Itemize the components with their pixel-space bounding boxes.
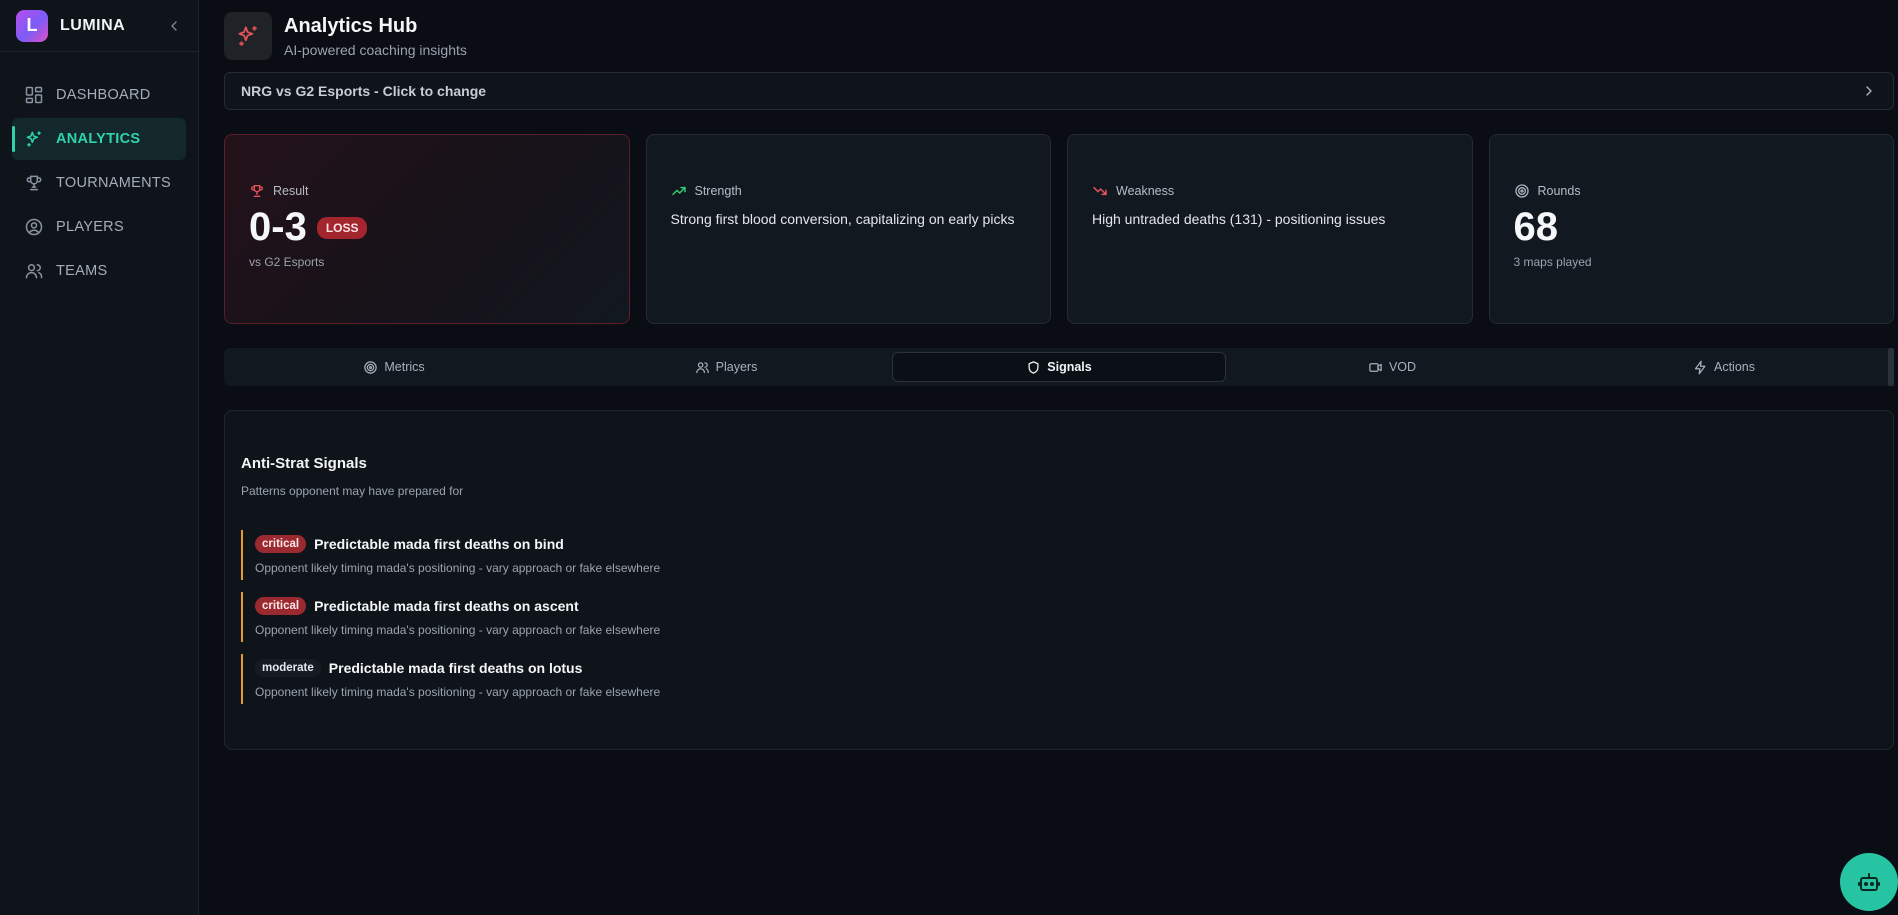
rounds-value: 68 bbox=[1513, 205, 1559, 249]
severity-badge: critical bbox=[255, 597, 307, 615]
tab-label: Signals bbox=[1047, 360, 1092, 374]
sidebar-item-teams[interactable]: TEAMS bbox=[12, 250, 186, 292]
tab-label: Players bbox=[715, 360, 758, 374]
brand: L LUMINA bbox=[0, 0, 198, 52]
list-item: moderate Predictable mada first deaths o… bbox=[241, 654, 1877, 704]
trophy-icon bbox=[24, 173, 44, 193]
summary-cards: Result 0-3 LOSS vs G2 Esports Strength S… bbox=[224, 134, 1894, 324]
result-card: Result 0-3 LOSS vs G2 Esports bbox=[224, 134, 630, 324]
signal-description: Opponent likely timing mada's positionin… bbox=[255, 685, 661, 699]
sidebar-item-label: TEAMS bbox=[56, 263, 108, 279]
analytics-tabs: Metrics Players Signals VOD Actions bbox=[224, 348, 1894, 386]
brand-logo[interactable]: L bbox=[16, 9, 48, 42]
user-circle-icon bbox=[24, 217, 44, 237]
sidebar-item-label: DASHBOARD bbox=[56, 87, 151, 103]
sidebar-nav: DASHBOARD ANALYTICS TOURNAMENTS PLAYERS … bbox=[0, 52, 198, 292]
tab-metrics[interactable]: Metrics bbox=[228, 352, 560, 382]
sidebar-item-label: PLAYERS bbox=[56, 219, 124, 235]
zap-icon bbox=[1693, 360, 1708, 375]
rounds-sub: 3 maps played bbox=[1513, 255, 1592, 269]
sidebar: L LUMINA DASHBOARD ANALYTICS TOURNAMENTS bbox=[0, 0, 199, 915]
severity-badge: critical bbox=[255, 535, 307, 553]
result-opponent: vs G2 Esports bbox=[249, 255, 325, 269]
users-icon bbox=[695, 360, 710, 375]
users-icon bbox=[24, 261, 44, 281]
card-label: Weakness bbox=[1092, 183, 1448, 199]
sidebar-item-label: ANALYTICS bbox=[56, 131, 141, 147]
signal-description: Opponent likely timing mada's positionin… bbox=[255, 561, 661, 575]
strength-card: Strength Strong first blood conversion, … bbox=[645, 134, 1051, 324]
result-label: Result bbox=[273, 184, 309, 198]
page-header: Analytics Hub AI-powered coaching insigh… bbox=[224, 0, 1894, 72]
weakness-text: High untraded deaths (131) - positioning… bbox=[1092, 211, 1386, 227]
severity-badge: moderate bbox=[255, 659, 321, 677]
sidebar-item-label: TOURNAMENTS bbox=[56, 175, 172, 191]
sidebar-item-dashboard[interactable]: DASHBOARD bbox=[12, 74, 186, 116]
signals-list: critical Predictable mada first deaths o… bbox=[241, 530, 1877, 704]
rounds-card: Rounds 68 3 maps played bbox=[1488, 134, 1894, 324]
tab-actions[interactable]: Actions bbox=[1558, 352, 1890, 382]
target-icon bbox=[1514, 183, 1530, 199]
chevron-left-icon bbox=[171, 20, 177, 31]
bot-icon bbox=[1857, 870, 1881, 894]
trending-up-icon bbox=[671, 183, 687, 199]
signal-description: Opponent likely timing mada's positionin… bbox=[255, 623, 661, 637]
sparkles-icon bbox=[24, 129, 44, 149]
sidebar-item-analytics[interactable]: ANALYTICS bbox=[12, 118, 186, 160]
signal-title: Predictable mada first deaths on lotus bbox=[328, 660, 583, 676]
panel-subtitle: Patterns opponent may have prepared for bbox=[241, 484, 464, 498]
result-score: 0-3 bbox=[249, 205, 307, 249]
strength-label: Strength bbox=[694, 184, 742, 198]
status-badge: LOSS bbox=[316, 217, 368, 239]
tab-label: Metrics bbox=[384, 360, 425, 374]
weakness-label: Weakness bbox=[1116, 184, 1175, 198]
tab-label: VOD bbox=[1388, 360, 1417, 374]
list-item: critical Predictable mada first deaths o… bbox=[241, 530, 1877, 580]
main-content: Analytics Hub AI-powered coaching insigh… bbox=[224, 0, 1894, 750]
brand-name: LUMINA bbox=[60, 16, 126, 34]
tabs-scrollbar[interactable] bbox=[1888, 348, 1894, 386]
rounds-label: Rounds bbox=[1537, 184, 1581, 198]
trending-down-icon bbox=[1092, 183, 1108, 199]
signals-panel: Anti-Strat Signals Patterns opponent may… bbox=[224, 410, 1894, 750]
video-icon bbox=[1368, 360, 1383, 375]
page-subtitle: AI-powered coaching insights bbox=[284, 41, 467, 58]
page-title: Analytics Hub bbox=[284, 14, 418, 37]
chevron-right-icon bbox=[1861, 83, 1877, 99]
tab-signals[interactable]: Signals bbox=[892, 352, 1226, 382]
panel-title: Anti-Strat Signals bbox=[241, 455, 367, 472]
target-icon bbox=[363, 360, 378, 375]
strength-text: Strong first blood conversion, capitaliz… bbox=[670, 211, 1015, 227]
card-label: Result bbox=[249, 183, 605, 199]
sidebar-item-players[interactable]: PLAYERS bbox=[12, 206, 186, 248]
sidebar-item-tournaments[interactable]: TOURNAMENTS bbox=[12, 162, 186, 204]
tab-label: Actions bbox=[1714, 360, 1755, 374]
card-label: Strength bbox=[671, 183, 1027, 199]
trophy-icon bbox=[249, 183, 265, 199]
tab-players[interactable]: Players bbox=[560, 352, 892, 382]
weakness-card: Weakness High untraded deaths (131) - po… bbox=[1067, 134, 1473, 324]
sparkles-icon bbox=[224, 12, 272, 60]
match-selector[interactable]: NRG vs G2 Esports - Click to change bbox=[224, 72, 1894, 110]
tab-vod[interactable]: VOD bbox=[1226, 352, 1558, 382]
signal-title: Predictable mada first deaths on ascent bbox=[314, 598, 579, 614]
grid-icon bbox=[24, 85, 44, 105]
shield-icon bbox=[1026, 360, 1041, 375]
match-selector-label: NRG vs G2 Esports - Click to change bbox=[241, 83, 487, 99]
card-label: Rounds bbox=[1514, 183, 1870, 199]
list-item: critical Predictable mada first deaths o… bbox=[241, 592, 1877, 642]
assistant-button[interactable] bbox=[1840, 853, 1898, 911]
collapse-sidebar-button[interactable] bbox=[166, 18, 182, 34]
signal-title: Predictable mada first deaths on bind bbox=[314, 536, 564, 552]
